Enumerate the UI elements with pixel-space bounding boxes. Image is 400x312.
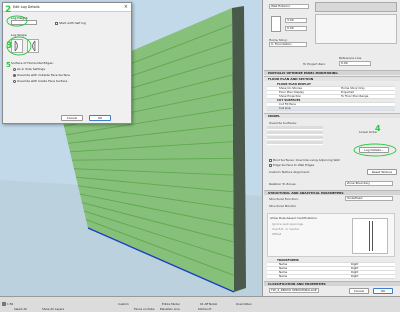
- status-overridden[interactable]: Overridden: [236, 302, 252, 306]
- checkbox-icon: [269, 158, 272, 162]
- surface-option-inside[interactable]: Override with Inside Face Surface: [13, 79, 67, 83]
- dialog-ok-button[interactable]: OK: [89, 115, 111, 121]
- panel-cancel-button[interactable]: Cancel: [349, 288, 369, 294]
- tail-row-value: Right: [351, 274, 359, 278]
- status-select-all[interactable]: Select All: [14, 307, 27, 311]
- status-story[interactable]: 01 Aff Nobiz: [200, 302, 217, 306]
- panel-geometry-box: [315, 14, 397, 44]
- structural-monitor-label: Structural Monitor: [269, 204, 297, 208]
- status-story-label: 01 Aff Nobiz: [200, 302, 218, 306]
- status-elevation[interactable]: Elevation Line: [160, 307, 180, 311]
- panel-toolbar: [315, 2, 397, 12]
- override-surfaces-label: Override Surfaces:: [269, 121, 297, 125]
- bind-surfaces-label: Bind Surfaces: Override using Adjoining …: [273, 158, 340, 162]
- surface-option-label: Override with Inside Face Surface: [17, 79, 68, 83]
- surface-option-side[interactable]: As in Side Settings: [13, 67, 45, 71]
- allow-row-2: Use Ext. or Center: [272, 227, 300, 231]
- surface-row-2[interactable]: [267, 131, 323, 135]
- section-panel-monitoring[interactable]: PARTIALLY OPTIMIZE PANEL MONITORING: [264, 70, 400, 75]
- structural-function-label: Structural Function:: [269, 197, 299, 201]
- status-custom-label: Custom: [118, 302, 129, 306]
- status-model-label: Entire Model: [162, 302, 180, 306]
- status-fence[interactable]: Fence on Kube: [134, 307, 154, 311]
- allow-label: Allow Rule-based modifications: [270, 216, 317, 220]
- surface-option-outside[interactable]: Override with Outside Face Surface: [13, 73, 70, 77]
- annotation-4: 4: [375, 124, 381, 133]
- surface-row-3[interactable]: [267, 136, 323, 140]
- status-fence-label: Fence on Kube: [134, 307, 155, 311]
- status-custom[interactable]: Custom: [118, 302, 129, 306]
- radio-icon: [13, 67, 16, 71]
- surface-row-4[interactable]: [267, 141, 323, 145]
- surface-option-label: As in Side Settings: [17, 67, 46, 71]
- status-elevation-label: Elevation Line: [160, 307, 180, 311]
- tail-row-4[interactable]: Name Right: [267, 274, 395, 279]
- plan-row-6[interactable]: Cut Line: [267, 106, 395, 111]
- radio-icon: [13, 79, 16, 83]
- edge-surface-label: Edge Surface to Wall Edges: [273, 163, 315, 167]
- section-classification[interactable]: CLASSIFICATION AND PROPERTIES: [264, 281, 400, 286]
- panel-ok-button[interactable]: OK: [373, 288, 393, 294]
- wall-side-face: [232, 6, 246, 292]
- structural-preview: [352, 218, 388, 254]
- status-scale-label: 1:50: [7, 302, 14, 306]
- status-model[interactable]: Entire Model: [162, 302, 180, 306]
- section-model[interactable]: MODEL: [264, 113, 400, 118]
- annotation-5: 5: [6, 61, 11, 69]
- status-bar: 1:50 Select All Show All Layers Custom F…: [0, 296, 400, 312]
- offset-field[interactable]: 0.00: [285, 26, 307, 31]
- custom-texture-label: Custom Texture Alignment:: [269, 170, 310, 174]
- wall-settings-panel: Wall Exterior 3.00 0.00 Home Story: 0. F…: [262, 0, 400, 296]
- checkbox-icon: [269, 163, 272, 167]
- panel-top-field[interactable]: Wall Exterior: [269, 4, 309, 9]
- annotation-circles: [6, 15, 32, 56]
- edge-surface-checkbox[interactable]: Edge Surface to Wall Edges: [269, 163, 314, 167]
- reset-texture-button[interactable]: Reset Texture: [367, 169, 397, 175]
- allow-row-3: Offset: [272, 232, 282, 236]
- allow-modifications-box: Allow Rule-based modifications Ignore wa…: [267, 213, 395, 257]
- annotation-3: 3: [6, 41, 13, 51]
- allow-row-1: Ignore wall openings: [272, 222, 304, 226]
- edit-log-details-dialog: Edit Log Details × Log Height: Start wit…: [2, 2, 132, 124]
- structural-function-select[interactable]: Undefined: [345, 196, 393, 201]
- status-layers[interactable]: Show All Layers: [42, 307, 64, 311]
- bind-surfaces-checkbox[interactable]: Bind Surfaces: Override using Adjoining …: [269, 158, 340, 162]
- relation-zones-select[interactable]: Zone Boundary: [345, 181, 393, 186]
- status-kitchen-label: Kitchen E.: [198, 307, 213, 311]
- footer-favorite-field[interactable]: TW_4_KBOCK SPRUCE/BALLOE: [269, 288, 319, 293]
- ref-line-field[interactable]: 0.00: [339, 61, 371, 66]
- tail-row-name: Name: [279, 274, 288, 278]
- surface-option-label: Override with Outside Face Surface: [17, 73, 70, 77]
- radio-selected-icon: [13, 73, 16, 77]
- status-scale[interactable]: 1:50: [2, 302, 13, 306]
- app-window: Edit Log Details × Log Height: Start wit…: [0, 0, 400, 312]
- status-select-all-label: Select All: [14, 307, 27, 311]
- status-overridden-label: Overridden: [236, 302, 252, 306]
- surface-row-1[interactable]: [267, 126, 323, 130]
- home-story-select[interactable]: 0. Foundation: [269, 42, 307, 47]
- wall-preview-icon: [271, 16, 281, 32]
- to-project-zero-label: To Project Zero: [303, 62, 326, 66]
- relation-zones-label: Relation To Zones:: [269, 182, 297, 186]
- height-field[interactable]: 3.00: [285, 18, 307, 23]
- section-structural[interactable]: STRUCTURAL AND ANALYTICAL PARAMETERS: [264, 190, 400, 195]
- scale-icon: [2, 302, 6, 306]
- status-kitchen[interactable]: Kitchen E.: [198, 307, 212, 311]
- status-layers-label: Show All Layers: [42, 307, 65, 311]
- plan-row-name: Cut Line: [279, 106, 291, 110]
- dialog-cancel-button[interactable]: Cancel: [61, 115, 83, 121]
- ref-line-label: Reference Line: [339, 56, 362, 60]
- section-floor-plan[interactable]: FLOOR PLAN AND SECTION: [264, 76, 400, 81]
